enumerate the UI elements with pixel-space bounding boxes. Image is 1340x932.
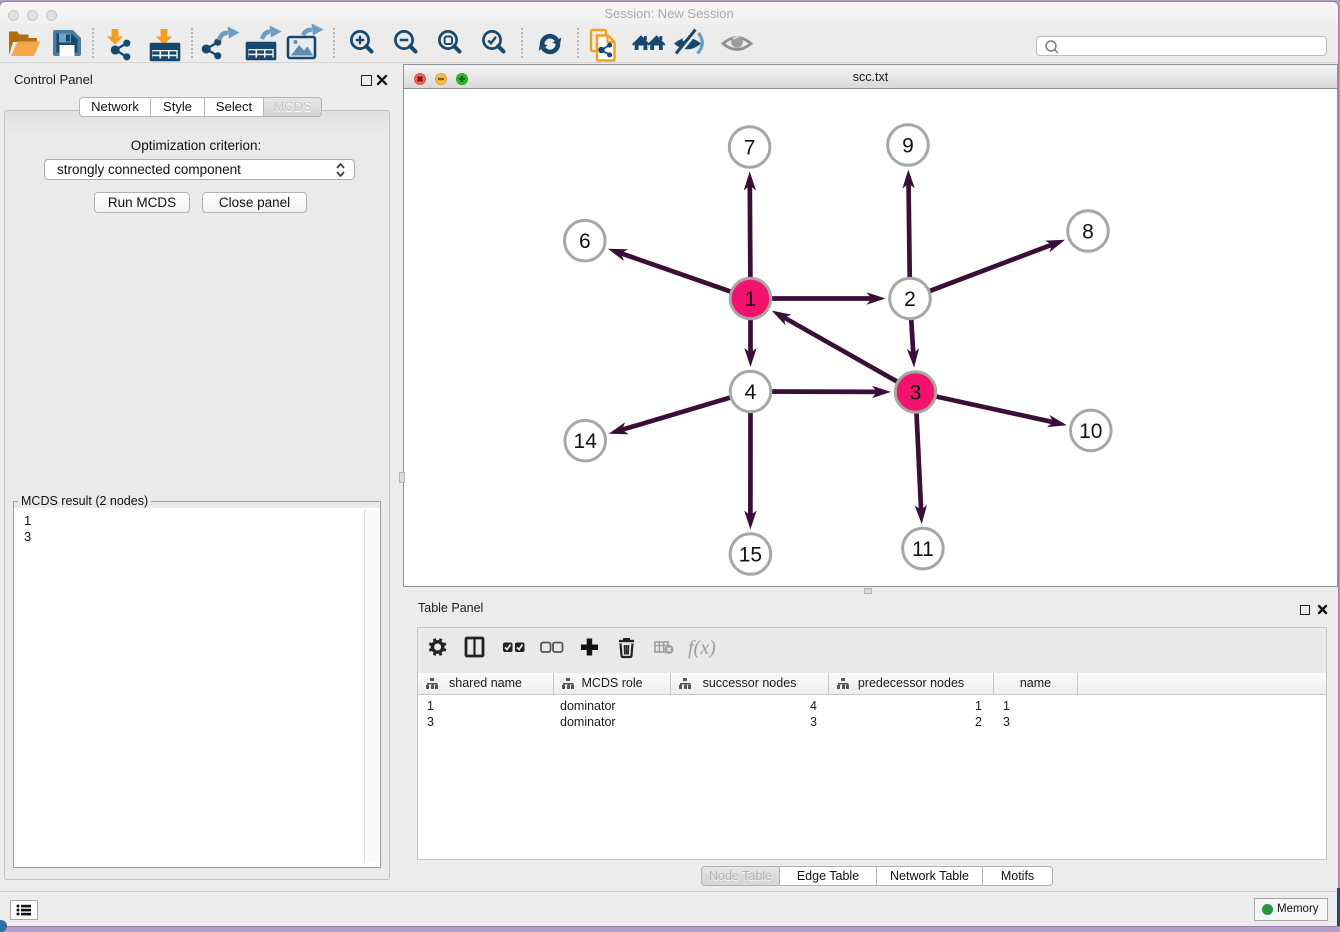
svg-text:1: 1 [745, 288, 757, 311]
svg-text:3: 3 [910, 382, 922, 405]
svg-text:15: 15 [739, 544, 762, 567]
svg-text:11: 11 [912, 538, 934, 561]
svg-text:10: 10 [1079, 420, 1102, 443]
svg-text:f(x): f(x) [688, 637, 716, 659]
svg-text:6: 6 [579, 230, 591, 253]
svg-text:8: 8 [1082, 221, 1094, 244]
svg-text:4: 4 [745, 381, 757, 404]
svg-text:7: 7 [744, 137, 756, 160]
svg-text:9: 9 [902, 135, 914, 158]
svg-text:2: 2 [904, 288, 916, 311]
svg-text:14: 14 [574, 430, 598, 453]
